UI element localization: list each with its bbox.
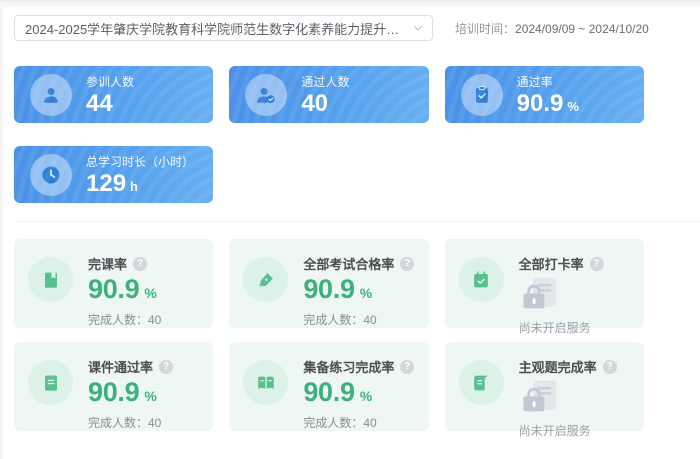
stat-value-row: 90.9%: [303, 276, 414, 303]
scroll-icon: [459, 360, 504, 405]
stat-label-row: 主观题完成率: [519, 357, 617, 376]
question-mark-icon[interactable]: [159, 360, 173, 374]
stat-value: 90.9: [303, 276, 354, 303]
stat-label: 参训人数: [86, 73, 134, 90]
stat-value-row: 90.9%: [88, 379, 173, 406]
summary-card-total-study-hours: 总学习时长（小时） 129 h: [14, 146, 213, 203]
summary-stats-section: 参训人数 44 通过人数 40 通过率 90.9% 总学习时长（小时） 129 h: [14, 66, 644, 203]
stat-unit: %: [360, 388, 372, 404]
stat-unit: h: [130, 180, 138, 194]
stat-info: 通过率 90.9%: [517, 73, 579, 116]
stat-label-row: 全部考试合格率: [303, 254, 414, 273]
stat-info: 集备练习完成率 90.9% 完成人数：40: [303, 357, 414, 431]
chevron-down-icon: [412, 22, 424, 34]
summary-card-passed-count: 通过人数 40: [229, 66, 428, 123]
question-mark-icon[interactable]: [603, 360, 617, 374]
detail-stats-section: 完课率 90.9% 完成人数：40: [14, 239, 644, 431]
locked-service: 尚未开启服务: [519, 276, 604, 336]
detail-card-group-practice-completion-rate: 集备练习完成率 90.9% 完成人数：40: [229, 342, 428, 431]
stat-label: 通过人数: [301, 73, 349, 90]
stat-value-row: 90.9%: [88, 276, 161, 303]
stat-sub: 完成人数：40: [303, 414, 414, 431]
user-check-icon: [245, 74, 287, 116]
stat-label: 全部考试合格率: [303, 254, 394, 273]
calendar-check-icon: [459, 257, 504, 302]
stat-unit: %: [360, 285, 372, 301]
lock-icon: [519, 401, 561, 418]
stat-label: 完课率: [88, 254, 127, 273]
stat-value-row: 90.9%: [517, 91, 579, 116]
stat-info: 总学习时长（小时） 129 h: [86, 153, 194, 196]
section-divider: [14, 221, 700, 222]
detail-card-all-exam-pass-rate: 全部考试合格率 90.9% 完成人数：40: [229, 239, 428, 328]
stat-info: 参训人数 44: [86, 73, 134, 116]
stat-label: 主观题完成率: [519, 357, 597, 376]
stat-value: 40: [301, 91, 328, 116]
stat-info: 主观题完成率 尚未开启服务: [519, 357, 617, 439]
stat-label: 总学习时长（小时）: [86, 153, 194, 170]
stat-value-row: 44: [86, 91, 134, 116]
stat-value: 90.9: [303, 379, 354, 406]
locked-text: 尚未开启服务: [519, 422, 617, 439]
stat-value: 44: [86, 91, 113, 116]
detail-card-course-completion-rate: 完课率 90.9% 完成人数：40: [14, 239, 213, 328]
stat-label: 通过率: [517, 73, 579, 90]
clipboard-check-icon: [461, 74, 503, 116]
stat-label-row: 全部打卡率: [519, 254, 604, 273]
file-icon: [28, 360, 73, 405]
stat-info: 课件通过率 90.9% 完成人数：40: [88, 357, 173, 431]
stat-value: 90.9: [88, 276, 139, 303]
stat-label-row: 集备练习完成率: [303, 357, 414, 376]
training-dashboard: 2024-2025学年肇庆学院教育科学院师范生数字化素养能力提升培训 培训时间：…: [0, 0, 700, 459]
page-top-edge: [0, 0, 700, 7]
stat-label: 集备练习完成率: [303, 357, 394, 376]
stat-unit: %: [144, 285, 156, 301]
summary-card-pass-rate: 通过率 90.9%: [445, 66, 644, 123]
page-left-edge: [0, 7, 3, 459]
stat-value: 90.9: [517, 91, 564, 116]
open-book-icon: [243, 360, 288, 405]
stat-label-row: 课件通过率: [88, 357, 173, 376]
question-mark-icon[interactable]: [590, 257, 604, 271]
training-time-label: 培训时间：: [455, 22, 515, 36]
training-time-value: 2024/09/09 ~ 2024/10/20: [515, 22, 649, 36]
bookmark-icon: [28, 257, 73, 302]
detail-card-courseware-pass-rate: 课件通过率 90.9% 完成人数：40: [14, 342, 213, 431]
header: 2024-2025学年肇庆学院教育科学院师范生数字化素养能力提升培训 培训时间：…: [14, 15, 700, 41]
stat-value-row: 129 h: [86, 171, 194, 196]
user-icon: [30, 74, 72, 116]
detail-card-all-checkin-rate: 全部打卡率 尚未开启服务: [445, 239, 644, 328]
stat-value: 129: [86, 171, 126, 196]
stat-label-row: 完课率: [88, 254, 161, 273]
summary-card-trainee-count: 参训人数 44: [14, 66, 213, 123]
clock-icon: [30, 154, 72, 196]
stat-sub: 完成人数：40: [88, 311, 161, 328]
locked-service: 尚未开启服务: [519, 379, 617, 439]
stat-label: 全部打卡率: [519, 254, 584, 273]
stat-value: 90.9: [88, 379, 139, 406]
question-mark-icon[interactable]: [400, 257, 414, 271]
stat-info: 全部打卡率 尚未开启服务: [519, 254, 604, 336]
pen-icon: [243, 257, 288, 302]
lock-icon: [519, 298, 561, 315]
stat-value-row: 40: [301, 91, 349, 116]
locked-text: 尚未开启服务: [519, 319, 604, 336]
course-select-value: 2024-2025学年肇庆学院教育科学院师范生数字化素养能力提升培训: [15, 19, 432, 38]
stat-label: 课件通过率: [88, 357, 153, 376]
stat-unit: %: [567, 100, 579, 114]
detail-card-subjective-question-completion-rate: 主观题完成率 尚未开启服务: [445, 342, 644, 431]
question-mark-icon[interactable]: [400, 360, 414, 374]
stat-info: 通过人数 40: [301, 73, 349, 116]
stat-unit: %: [144, 388, 156, 404]
stat-info: 全部考试合格率 90.9% 完成人数：40: [303, 254, 414, 328]
question-mark-icon[interactable]: [133, 257, 147, 271]
stat-value-row: 90.9%: [303, 379, 414, 406]
training-time: 培训时间：2024/09/09 ~ 2024/10/20: [455, 20, 649, 37]
stat-sub: 完成人数：40: [303, 311, 414, 328]
stat-info: 完课率 90.9% 完成人数：40: [88, 254, 161, 328]
course-select[interactable]: 2024-2025学年肇庆学院教育科学院师范生数字化素养能力提升培训: [14, 15, 433, 41]
stat-sub: 完成人数：40: [88, 414, 173, 431]
